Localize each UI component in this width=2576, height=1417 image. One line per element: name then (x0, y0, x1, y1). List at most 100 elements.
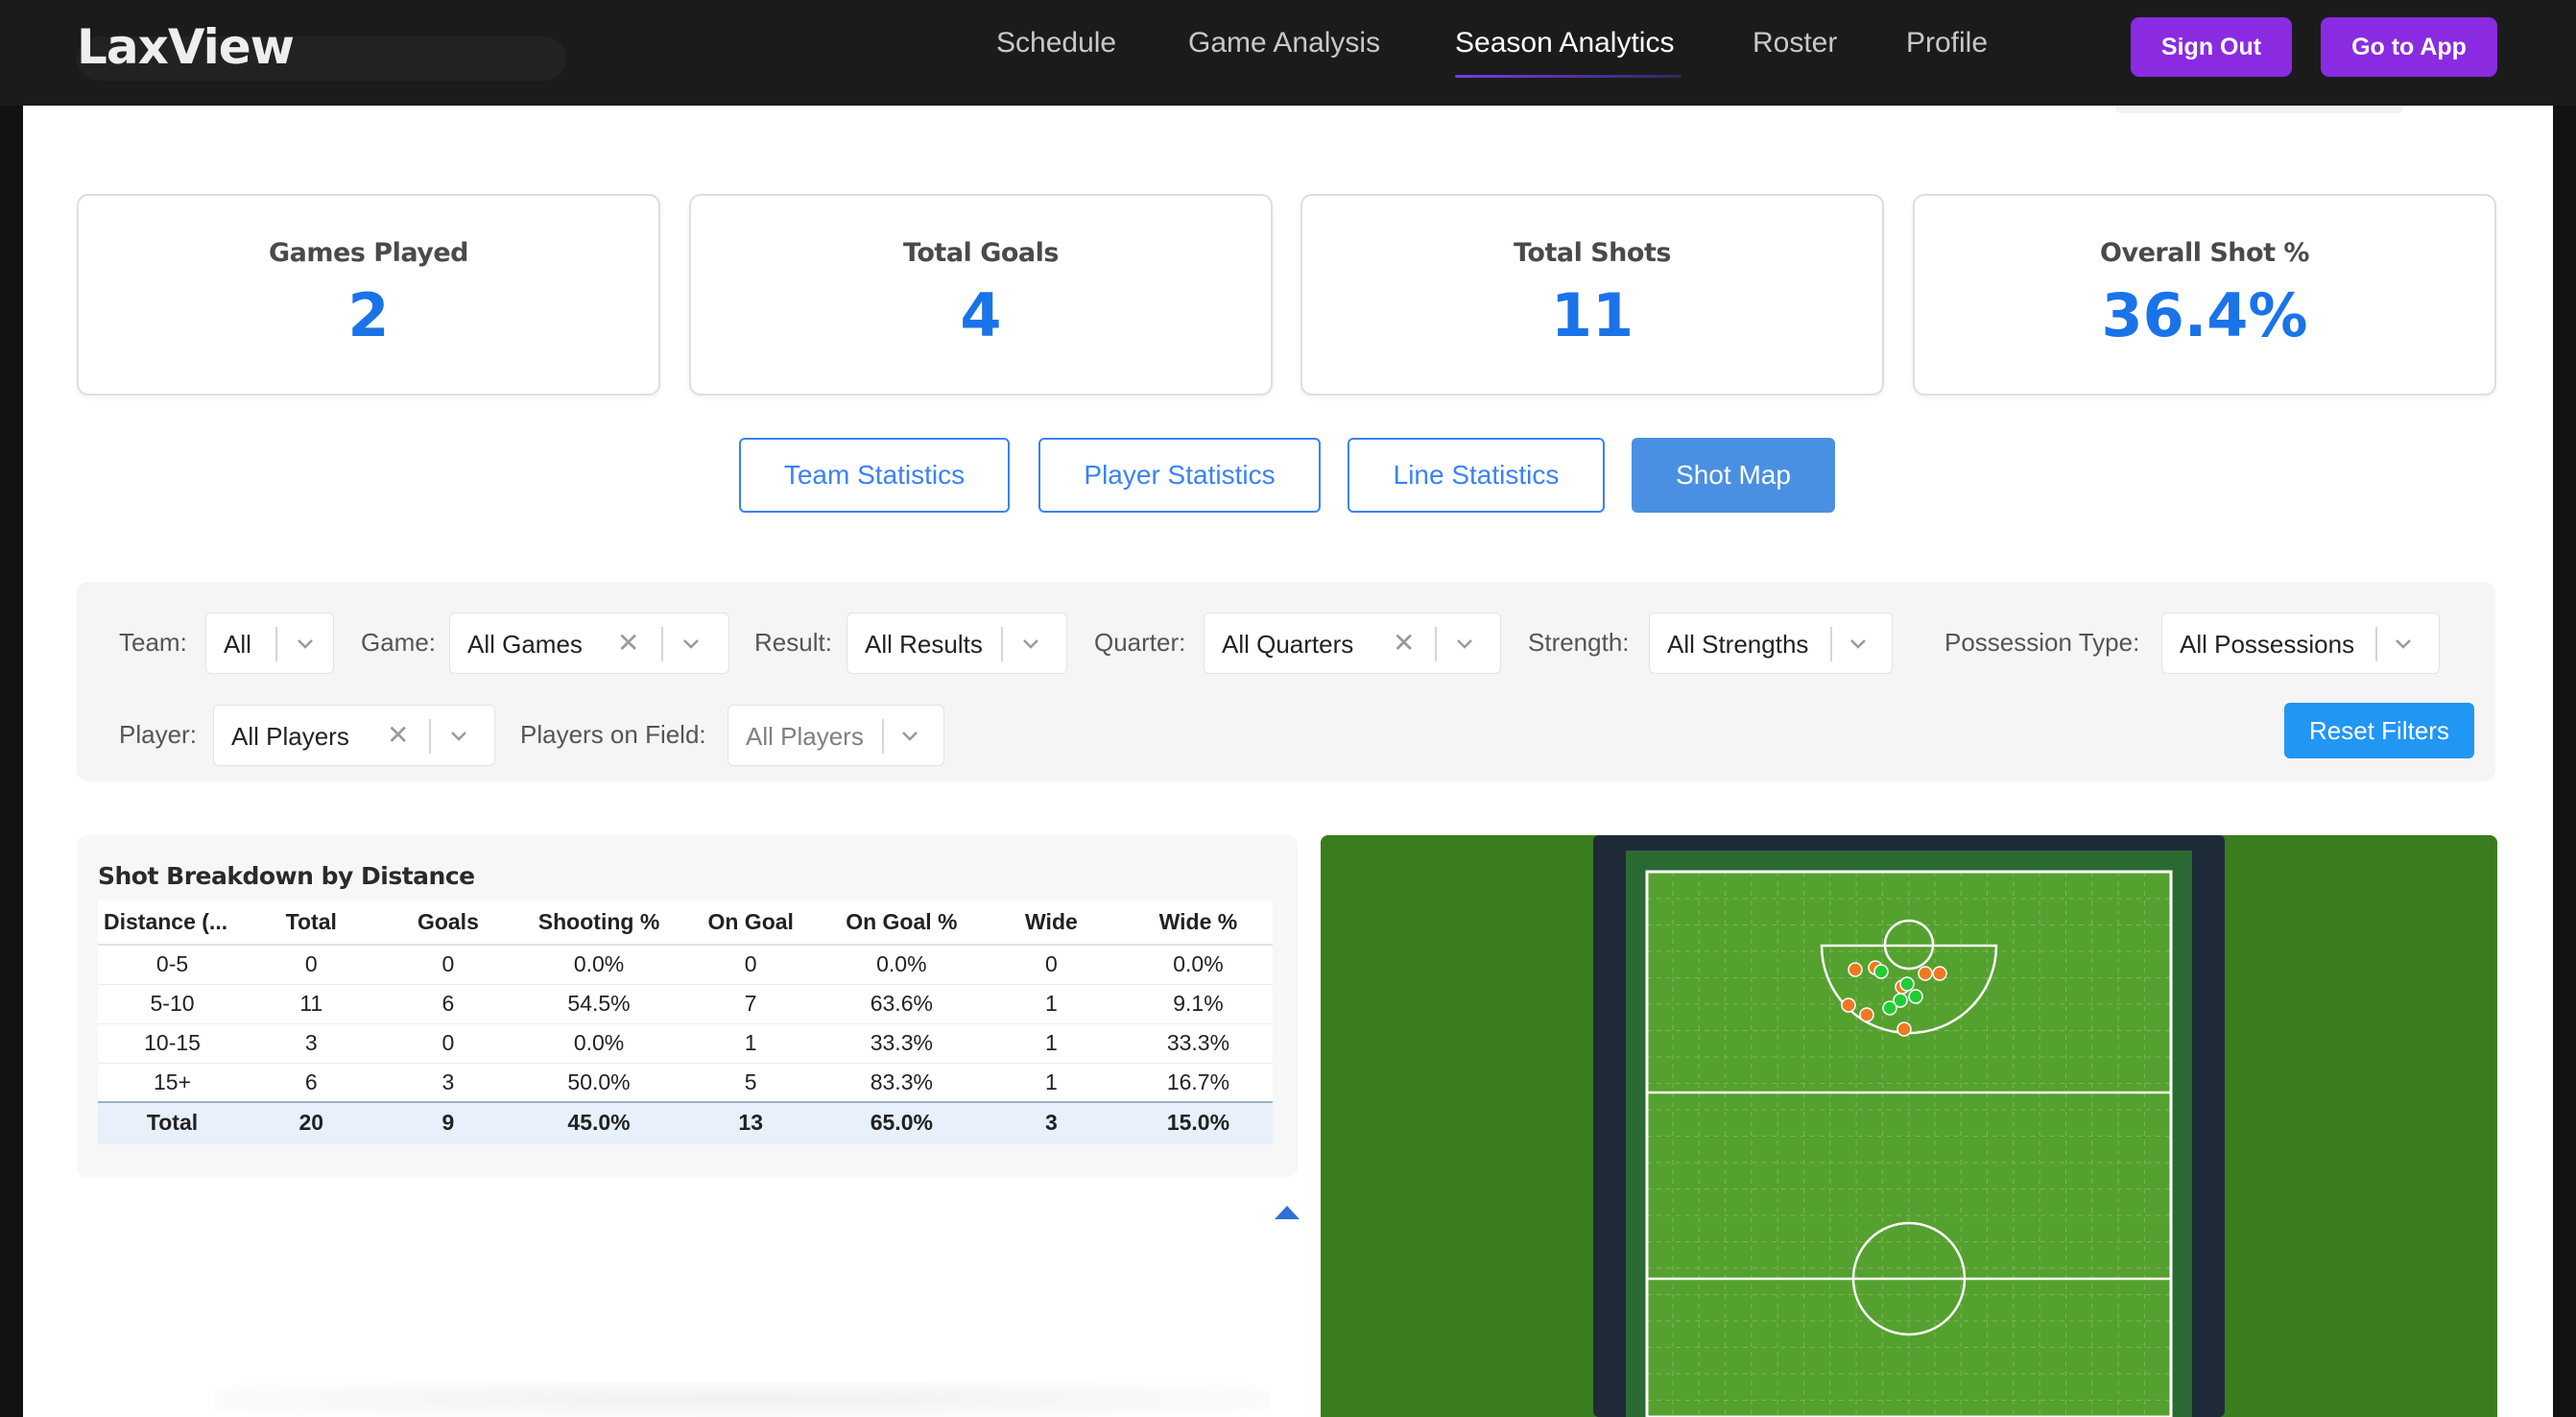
team-select[interactable]: All (205, 612, 334, 674)
strength-select-value: All Strengths (1667, 630, 1809, 659)
shot-marker-goal[interactable] (1873, 964, 1889, 979)
nav-game-analysis[interactable]: Game Analysis (1188, 27, 1380, 60)
table-cell: 13 (677, 1101, 824, 1144)
table-cell: 0.0% (823, 945, 979, 985)
quarter-select-value: All Quarters (1222, 630, 1354, 659)
stat-value: 2 (347, 280, 390, 350)
table-cell: 5-10 (98, 984, 248, 1024)
column-header[interactable]: Wide % (1123, 901, 1273, 946)
nav-roster[interactable]: Roster (1753, 27, 1837, 60)
table-cell: 0-5 (98, 945, 248, 985)
go-to-app-button[interactable]: Go to App (2321, 17, 2497, 77)
nav-profile[interactable]: Profile (1906, 27, 1988, 60)
team-select-value: All (224, 630, 251, 659)
result-filter-label: Result: (754, 628, 832, 657)
chevron-down-icon[interactable] (444, 721, 473, 750)
sign-out-button[interactable]: Sign Out (2131, 17, 2292, 77)
clear-icon[interactable]: ✕ (1393, 627, 1415, 659)
column-header[interactable]: Goals (375, 901, 521, 946)
tab-player-statistics[interactable]: Player Statistics (1038, 438, 1321, 513)
player-filter-label: Player: (119, 720, 197, 749)
chevron-down-icon[interactable] (1016, 629, 1045, 658)
tab-line-statistics[interactable]: Line Statistics (1348, 438, 1605, 513)
chevron-down-icon[interactable] (2389, 629, 2418, 658)
table-cell: 3 (978, 1101, 1124, 1144)
stat-card-total-shots: Total Shots 11 (1300, 194, 1884, 396)
select-separator (661, 627, 663, 661)
table-cell: 83.3% (823, 1063, 979, 1103)
table-cell: 50.0% (520, 1063, 678, 1103)
quarter-filter-label: Quarter: (1094, 628, 1186, 657)
chevron-down-icon[interactable] (1450, 629, 1479, 658)
game-select[interactable]: All Games ✕ (449, 612, 729, 674)
table-cell: 6 (375, 984, 521, 1024)
shot-breakdown-card: Shot Breakdown by Distance Distance (...… (77, 835, 1298, 1177)
panel-edge (2115, 106, 2403, 113)
nav-season-analytics[interactable]: Season Analytics (1455, 27, 1674, 60)
players-on-field-select[interactable]: All Players (727, 705, 944, 766)
shot-marker-miss[interactable] (1859, 1007, 1874, 1022)
active-nav-indicator (1455, 75, 1682, 78)
table-cell: 63.6% (823, 984, 979, 1024)
chevron-down-icon[interactable] (895, 721, 924, 750)
table-cell: 65.0% (823, 1101, 979, 1144)
table-cell: 33.3% (1123, 1023, 1273, 1064)
shot-marker-miss[interactable] (1841, 997, 1856, 1013)
column-header[interactable]: Total (247, 901, 376, 946)
column-header[interactable]: Shooting % (520, 901, 678, 946)
table-cell: 10-15 (98, 1023, 248, 1064)
result-select-value: All Results (865, 630, 983, 659)
table-row: 15+ 6 3 50.0% 5 83.3% 1 16.7% (98, 1063, 1273, 1103)
table-cell: 1 (677, 1023, 824, 1064)
stat-value: 4 (960, 280, 1002, 350)
player-select[interactable]: All Players ✕ (213, 705, 495, 766)
tab-team-statistics[interactable]: Team Statistics (739, 438, 1010, 513)
shot-marker-goal[interactable] (1882, 1000, 1897, 1016)
collapse-arrow-icon[interactable] (1275, 1206, 1300, 1219)
shot-marker-miss[interactable] (1918, 966, 1933, 981)
shot-breakdown-table: Distance (... Total Goals Shooting % On … (98, 901, 1273, 1144)
stat-label: Total Goals (903, 238, 1059, 268)
table-cell: 0 (677, 945, 824, 985)
result-select[interactable]: All Results (847, 612, 1067, 674)
stat-card-total-goals: Total Goals 4 (689, 194, 1273, 396)
select-separator (2375, 627, 2377, 661)
top-navbar: LaxView Schedule Game Analysis Season An… (0, 0, 2576, 106)
shot-marker-goal[interactable] (1908, 989, 1923, 1004)
table-header-row: Distance (... Total Goals Shooting % On … (98, 901, 1273, 946)
reset-filters-button[interactable]: Reset Filters (2284, 703, 2474, 758)
tab-shot-map[interactable]: Shot Map (1632, 438, 1835, 513)
shot-breakdown-title: Shot Breakdown by Distance (98, 862, 475, 890)
column-header[interactable]: Distance (... (98, 901, 248, 946)
clear-icon[interactable]: ✕ (617, 627, 639, 659)
team-filter-label: Team: (119, 628, 187, 657)
table-cell: 15+ (98, 1063, 248, 1103)
table-cell: 33.3% (823, 1023, 979, 1064)
quarter-select[interactable]: All Quarters ✕ (1204, 612, 1501, 674)
column-header[interactable]: On Goal (677, 901, 824, 946)
table-cell: 45.0% (520, 1101, 678, 1144)
chevron-down-icon[interactable] (1844, 629, 1872, 658)
select-separator (429, 719, 431, 754)
nav-schedule[interactable]: Schedule (996, 27, 1116, 60)
table-cell: 1 (978, 984, 1124, 1024)
table-cell: 0 (375, 1023, 521, 1064)
shot-marker-goal[interactable] (1899, 976, 1915, 992)
shot-marker-miss[interactable] (1932, 966, 1947, 981)
table-cell: 0 (247, 945, 376, 985)
shot-marker-miss[interactable] (1896, 1021, 1912, 1037)
possession-select[interactable]: All Possessions (2161, 612, 2440, 674)
column-header[interactable]: On Goal % (823, 901, 979, 946)
chevron-down-icon[interactable] (677, 629, 705, 658)
possession-filter-label: Possession Type: (1944, 628, 2140, 657)
chevron-down-icon[interactable] (291, 629, 320, 658)
table-cell: 11 (247, 984, 376, 1024)
clear-icon[interactable]: ✕ (387, 719, 409, 751)
stat-value: 36.4% (2101, 280, 2308, 350)
app-logo[interactable]: LaxView (77, 19, 295, 75)
stat-card-overall-shot-pct: Overall Shot % 36.4% (1913, 194, 2496, 396)
strength-select[interactable]: All Strengths (1649, 612, 1893, 674)
column-header[interactable]: Wide (978, 901, 1124, 946)
shot-marker-miss[interactable] (1848, 962, 1863, 977)
table-cell: 3 (247, 1023, 376, 1064)
